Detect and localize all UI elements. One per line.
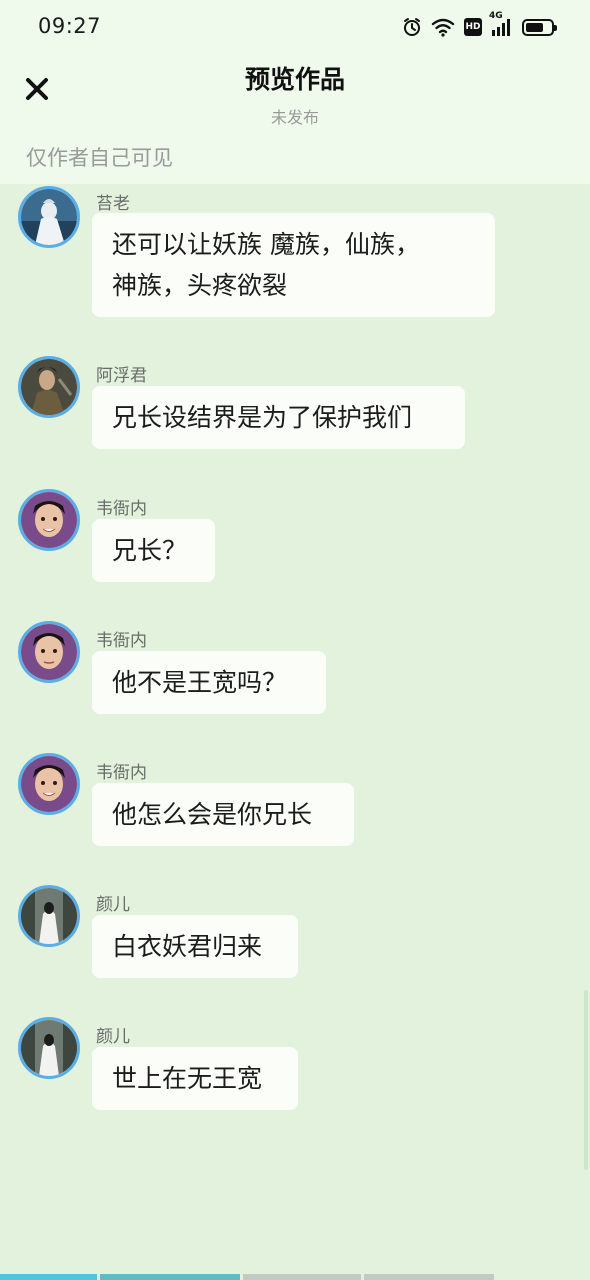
hd-badge: HD	[464, 18, 482, 36]
message-bubble[interactable]: 他怎么会是你兄长	[92, 783, 354, 846]
message-text-line: 兄长？	[112, 536, 188, 565]
message-bubble[interactable]: 他不是王宽吗？	[92, 651, 326, 714]
publish-status: 未发布	[270, 108, 319, 127]
network-type-label: 4G	[489, 11, 503, 21]
avatar[interactable]	[18, 621, 80, 683]
message-text-line: 世上在无王宽	[112, 1064, 263, 1093]
status-time: 09:27	[38, 14, 102, 38]
progress-segment	[243, 1274, 361, 1280]
message-text-line: 他怎么会是你兄长	[112, 800, 313, 829]
sender-name: 阿浮君	[96, 366, 147, 386]
message-text-line: 神族，头疼欲裂	[112, 271, 288, 300]
sender-name: 韦衙内	[96, 763, 147, 783]
sender-name: 韦衙内	[96, 631, 147, 651]
status-icons: HD 4G	[402, 11, 557, 40]
header-area: 09:27 HD 4G 预览作品 未发布 仅作者自己可见	[0, 0, 590, 184]
message-bubble[interactable]: 白衣妖君归来	[92, 915, 298, 978]
chat-list: 苔老 还可以让妖族 魔族，仙族， 神族，头疼欲裂 阿浮君 兄长设结界是为了保护我…	[0, 184, 590, 1274]
sender-name: 颜儿	[96, 895, 130, 915]
title-block: 预览作品 未发布	[0, 60, 590, 128]
message-text-line: 还可以让妖族 魔族，仙族，	[112, 230, 420, 259]
battery-icon	[522, 18, 557, 36]
progress-segment	[100, 1274, 240, 1280]
avatar[interactable]	[18, 1017, 80, 1079]
sender-name: 苔老	[96, 194, 130, 214]
signal-icon: 4G	[489, 11, 513, 37]
avatar[interactable]	[18, 753, 80, 815]
alarm-icon	[402, 17, 422, 37]
avatar[interactable]	[18, 489, 80, 551]
visibility-note: 仅作者自己可见	[26, 146, 173, 170]
preview-screen: 09:27 HD 4G 预览作品 未发布 仅作者自己可见 苔老 还可以让妖族 魔…	[0, 0, 590, 1280]
message-text-line: 兄长设结界是为了保护我们	[112, 403, 413, 432]
scrollbar[interactable]	[584, 990, 588, 1170]
progress-segment	[0, 1274, 97, 1280]
message-bubble[interactable]: 兄长？	[92, 519, 215, 582]
sender-name: 颜儿	[96, 1027, 130, 1047]
message-bubble[interactable]: 兄长设结界是为了保护我们	[92, 386, 465, 449]
status-bar: 09:27 HD 4G	[0, 0, 590, 52]
progress-bar	[0, 1274, 590, 1280]
message-text-line: 白衣妖君归来	[112, 932, 263, 961]
avatar[interactable]	[18, 356, 80, 418]
message-text-line: 他不是王宽吗？	[112, 668, 288, 697]
avatar[interactable]	[18, 186, 80, 248]
avatar[interactable]	[18, 885, 80, 947]
wifi-icon	[431, 17, 455, 37]
progress-segment	[364, 1274, 494, 1280]
message-bubble[interactable]: 世上在无王宽	[92, 1047, 298, 1110]
sender-name: 韦衙内	[96, 499, 147, 519]
page-title: 预览作品	[244, 65, 345, 94]
message-bubble[interactable]: 还可以让妖族 魔族，仙族， 神族，头疼欲裂	[92, 213, 495, 317]
